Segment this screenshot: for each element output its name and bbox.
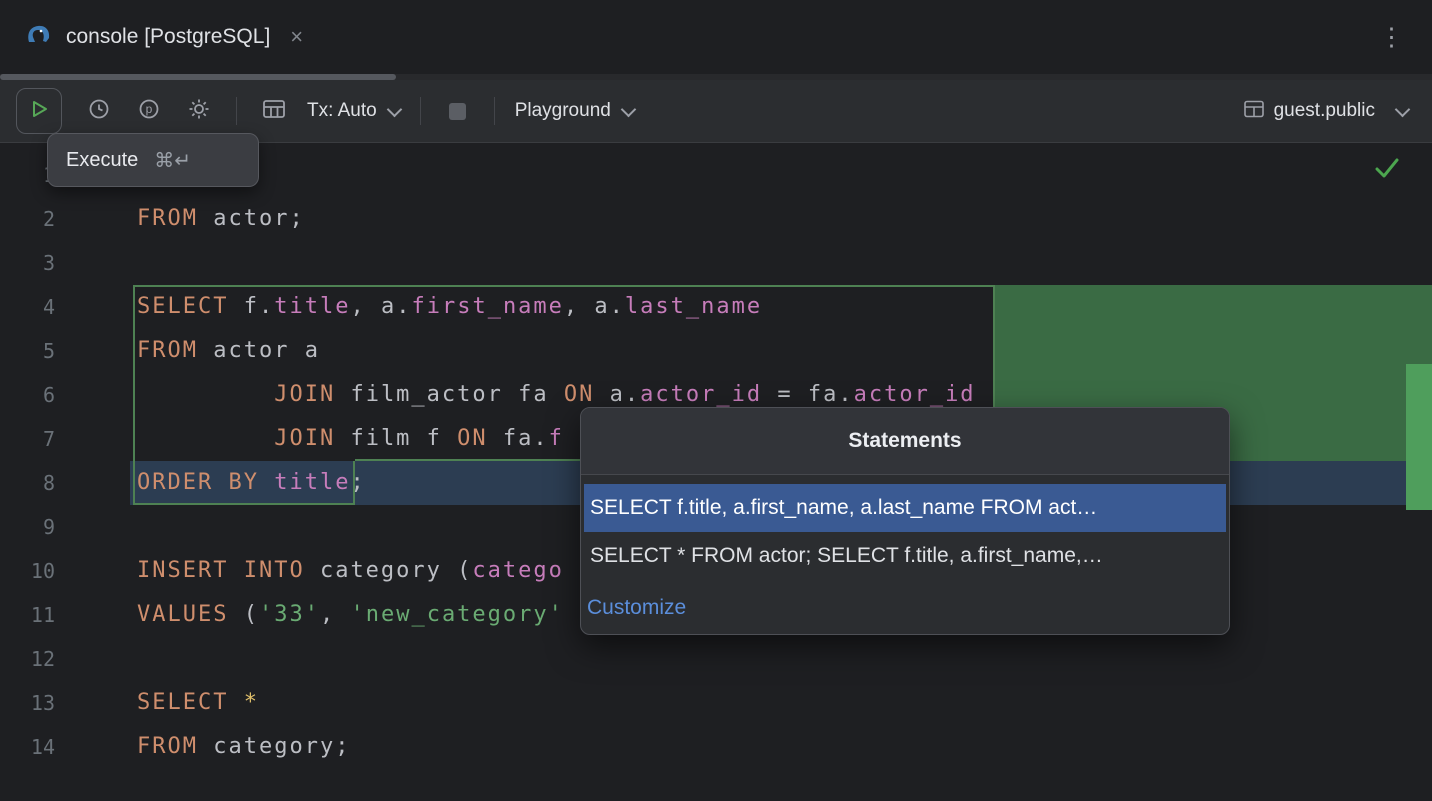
tx-mode-dropdown[interactable]: Tx: Auto [299,100,408,122]
tab-bar: console [PostgreSQL] × ⋮ [0,0,1432,74]
tooltip-shortcut: ⌘↵ [154,148,191,172]
code-line-14[interactable]: FROM category; [137,725,350,769]
line-number: 5 [0,329,55,373]
stop-icon[interactable] [449,103,466,120]
gear-icon [188,98,210,125]
customize-link[interactable]: Customize [581,584,1229,634]
execute-button[interactable] [16,88,62,134]
settings-button[interactable] [174,89,224,133]
tab-close-icon[interactable]: × [290,24,303,50]
line-number: 9 [0,505,55,549]
play-icon [27,97,51,126]
history-button[interactable] [74,89,124,133]
ide-window: console [PostgreSQL] × ⋮ [0,0,1432,801]
code-line-11[interactable]: VALUES ('33', 'new_category' [137,593,564,637]
chevron-down-icon [621,102,637,118]
code-line-2[interactable]: FROM actor; [137,197,305,241]
line-number: 4 [0,285,55,329]
execute-tooltip: Execute ⌘↵ [47,133,259,187]
line-number: 10 [0,549,55,593]
schema-selector[interactable]: guest.public [1244,100,1432,123]
svg-text:p: p [146,102,153,116]
code-line-4[interactable]: SELECT f.title, a.first_name, a.last_nam… [137,285,762,329]
chevron-down-icon [386,102,402,118]
statement-item[interactable]: SELECT f.title, a.first_name, a.last_nam… [584,484,1226,532]
schema-icon [1244,100,1264,123]
toolbar-separator [236,97,237,125]
code-line-10[interactable]: INSERT INTO category (catego [137,549,564,593]
line-number: 2 [0,197,55,241]
inspections-ok-check-icon[interactable] [1374,157,1400,184]
popup-title: Statements [581,408,1229,475]
line-number: 6 [0,373,55,417]
toolbar-separator [420,97,421,125]
line-number: 13 [0,681,55,725]
code-line-8[interactable]: ORDER BY title; [137,461,366,505]
line-number: 12 [0,637,55,681]
code-line-7[interactable]: JOIN film f ON fa.f [137,417,564,461]
tooltip-label: Execute [66,149,138,172]
parameter-p-icon: p [138,98,160,125]
kebab-menu-icon[interactable]: ⋮ [1379,24,1404,50]
output-table-button[interactable] [249,89,299,133]
code-line-5[interactable]: FROM actor a [137,329,320,373]
code-line-13[interactable]: SELECT * [137,681,259,725]
schema-label: guest.public [1274,100,1375,122]
line-number: 7 [0,417,55,461]
chevron-down-icon [1395,102,1411,118]
table-icon [263,99,285,124]
line-number: 8 [0,461,55,505]
tx-mode-label: Tx: Auto [307,100,377,122]
statements-popup: Statements SELECT f.title, a.first_name,… [580,407,1230,635]
clock-icon [88,98,110,125]
statement-item[interactable]: SELECT * FROM actor; SELECT f.title, a.f… [584,532,1226,580]
playground-label: Playground [515,100,611,122]
line-number: 14 [0,725,55,769]
line-number: 3 [0,241,55,285]
tab-title: console [PostgreSQL] [66,25,270,49]
parameters-button[interactable]: p [124,89,174,133]
playground-dropdown[interactable]: Playground [507,100,642,122]
toolbar-separator [494,97,495,125]
line-number: 11 [0,593,55,637]
scrollbar-statement-marker[interactable] [1406,364,1432,510]
console-tab[interactable]: console [PostgreSQL] × [26,0,303,74]
postgresql-icon [26,23,52,52]
statements-list: SELECT f.title, a.first_name, a.last_nam… [581,475,1229,584]
